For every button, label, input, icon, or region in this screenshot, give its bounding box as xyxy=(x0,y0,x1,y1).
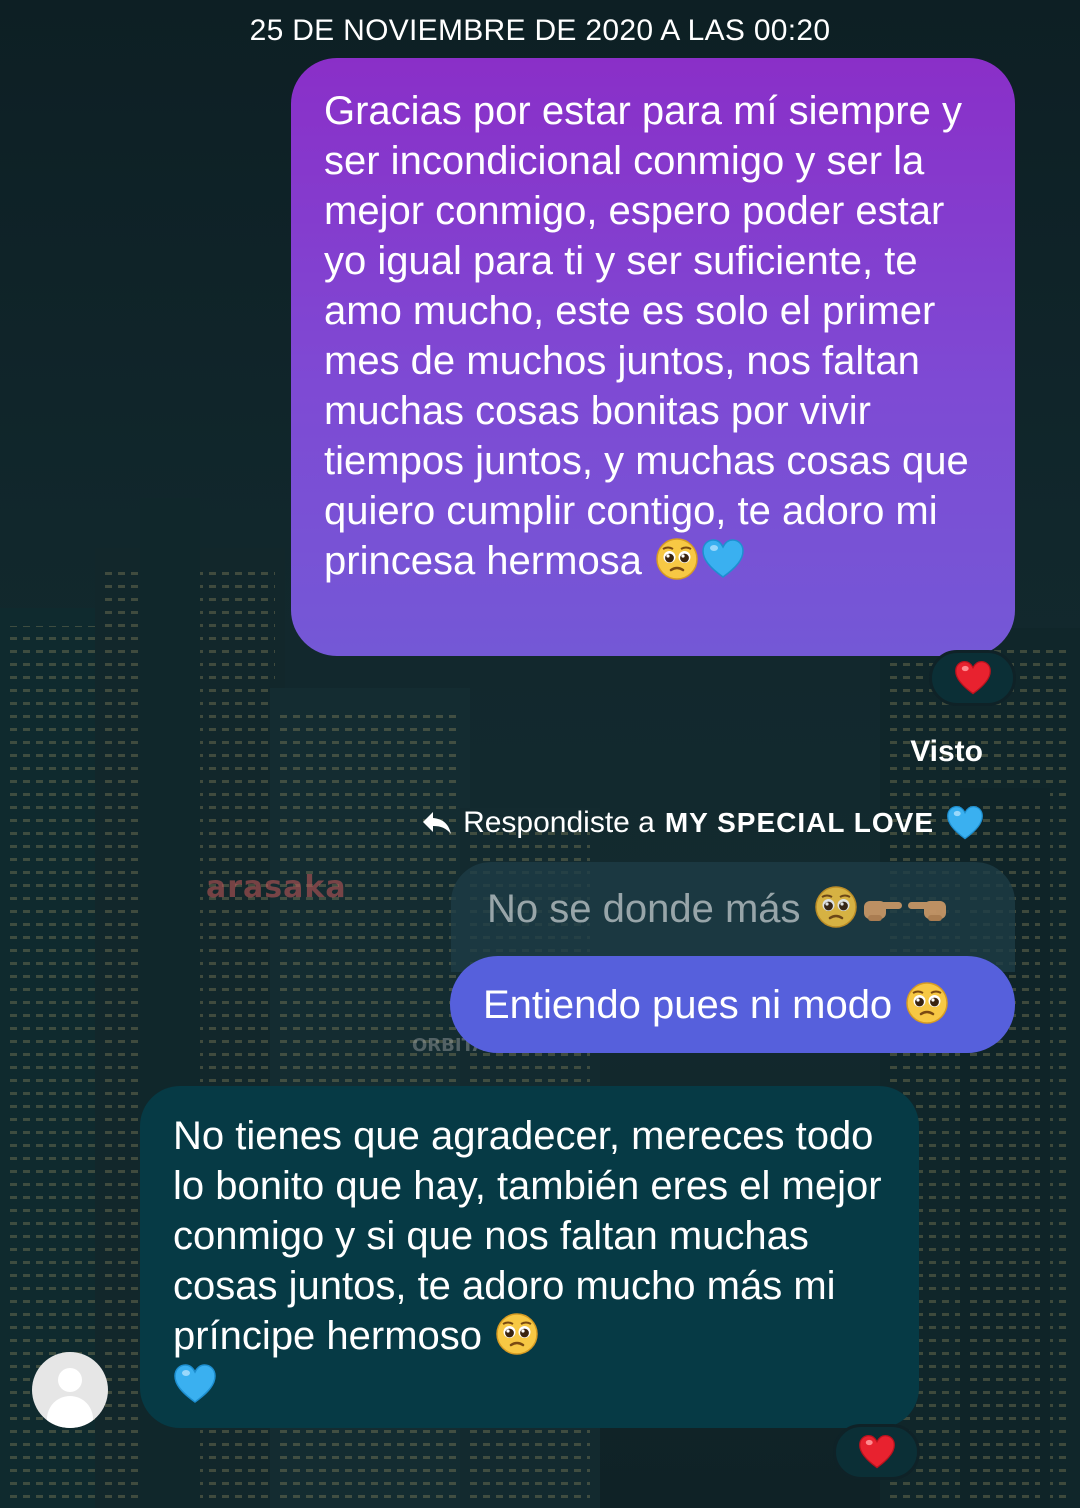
quoted-text: No se donde más xyxy=(487,887,801,931)
avatar-body xyxy=(47,1396,93,1428)
reply-arrow-icon xyxy=(421,809,453,837)
pleading-face-emoji xyxy=(814,885,858,929)
quoted-text-line: No se donde más xyxy=(487,884,1015,934)
pleading-face-emoji xyxy=(905,981,949,1025)
reply-prefix: Respondiste a xyxy=(463,806,655,839)
outgoing-message-bubble[interactable]: Gracias por estar para mí siempre y ser … xyxy=(291,58,1015,656)
avatar-head xyxy=(58,1368,82,1392)
pointing-right-icon xyxy=(860,885,904,929)
red-heart-icon xyxy=(858,1433,896,1471)
contact-avatar[interactable] xyxy=(32,1352,108,1428)
pleading-face-emoji xyxy=(495,1312,539,1356)
red-heart-icon xyxy=(954,659,992,697)
arasaka-sign: arasaka xyxy=(206,870,347,905)
pleading-face-emoji xyxy=(655,537,699,581)
blue-heart-emoji xyxy=(946,804,984,842)
reply-to-name: MY SPECIAL LOVE xyxy=(664,807,934,838)
blue-heart-emoji xyxy=(701,537,745,581)
message-text: Gracias por estar para mí siempre y ser … xyxy=(324,89,969,583)
message-reaction[interactable] xyxy=(833,1424,920,1480)
message-text: Entiendo pues ni modo xyxy=(483,980,1015,1030)
conversation-timestamp: 25 DE NOVIEMBRE DE 2020 A LAS 00:20 xyxy=(249,14,831,47)
pointing-left-icon xyxy=(906,885,950,929)
message-reaction[interactable] xyxy=(929,650,1016,706)
seen-status: Visto xyxy=(910,735,983,768)
blue-heart-emoji xyxy=(173,1362,217,1406)
incoming-message-bubble[interactable]: No tienes que agradecer, mereces todo lo… xyxy=(140,1086,919,1428)
outgoing-message-bubble[interactable]: Entiendo pues ni modo xyxy=(450,956,1015,1053)
message-text: No tienes que agradecer, mereces todo lo… xyxy=(173,1111,889,1411)
reply-indicator: Respondiste a MY SPECIAL LOVE xyxy=(421,804,984,842)
